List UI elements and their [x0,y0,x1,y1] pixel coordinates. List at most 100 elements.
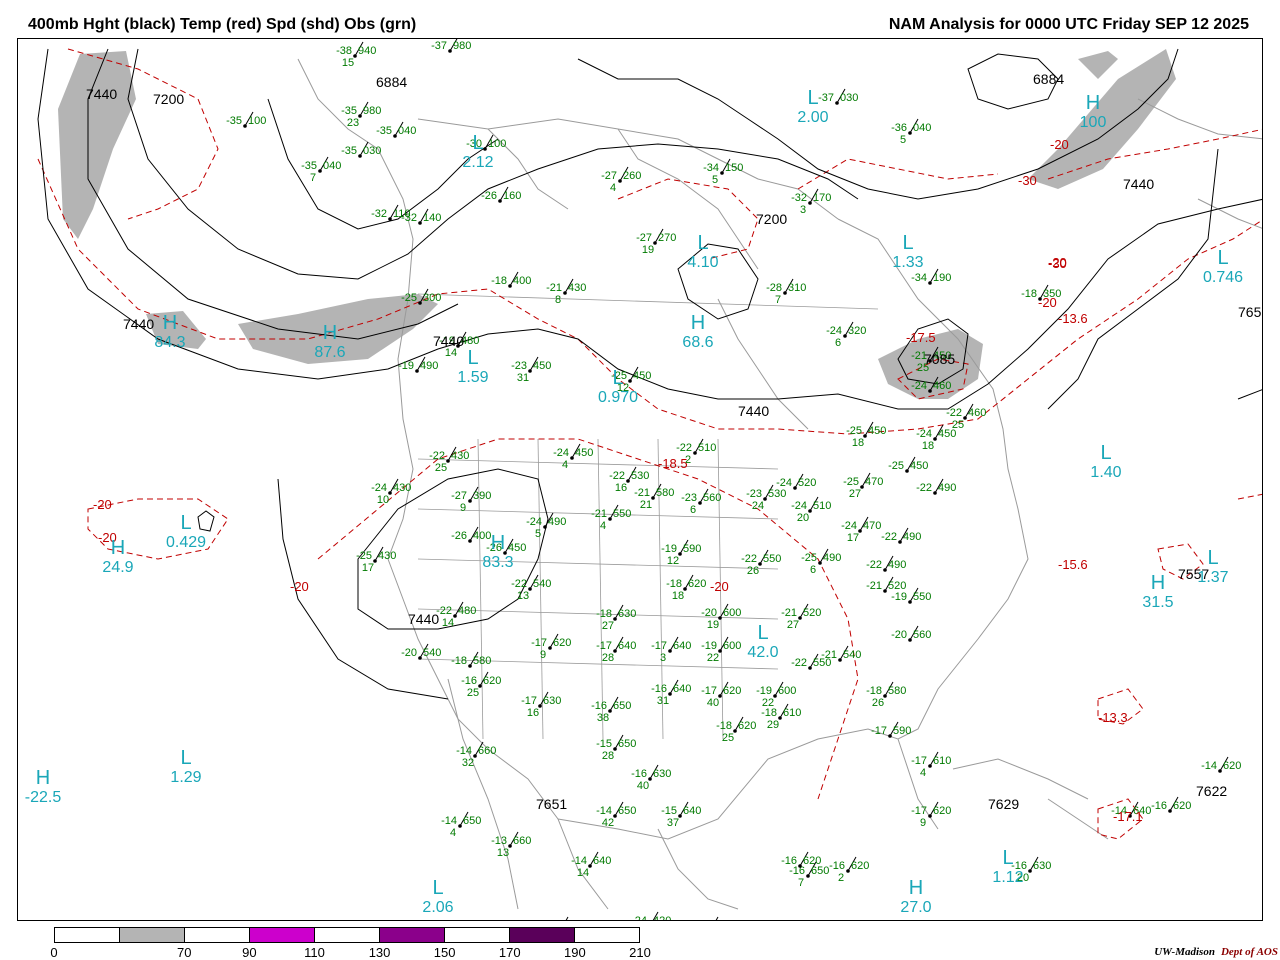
obs-dewpoint-depression: 2 [838,872,844,884]
obs-temperature: -17 [701,685,717,697]
obs-temperature: -35 [341,105,357,117]
obs-height: 490 [888,559,906,571]
obs-temperature: -38 [336,45,352,57]
obs-dewpoint-depression: 12 [667,555,679,567]
station-observation: -24 320 6 [826,321,866,349]
station-observation: -18 620 25 [716,716,756,744]
obs-dewpoint-depression: 8 [555,294,561,306]
obs-dewpoint-depression: 29 [767,719,779,731]
obs-dewpoint-depression: 7 [775,294,781,306]
station-observation: -18 620 18 [666,574,706,602]
temperature-contour-label: -17.1 [1113,809,1143,824]
obs-temperature: -24 [916,428,932,440]
obs-height: 660 [513,835,531,847]
obs-temperature: -24 [776,477,792,489]
temperature-isotherm [617,178,759,260]
obs-height: 040 [398,125,416,137]
colorbar-segment [510,928,575,942]
obs-height: 620 [563,920,581,921]
obs-height: 450 [938,428,956,440]
obs-dewpoint-depression: 27 [602,620,614,632]
obs-height: 640 [673,640,691,652]
station-observation: -17 640 3 [651,636,691,664]
station-observation: -24 470 17 [841,516,881,544]
station-observation: -15 640 37 [661,801,701,829]
low-center-letter: L [1217,247,1228,269]
low-center-letter: L [180,747,191,769]
obs-temperature: -22 [429,450,445,462]
obs-temperature: -25 [401,292,417,304]
height-contour-label: 7440 [1123,176,1154,192]
obs-dewpoint-depression: 5 [900,134,906,146]
obs-height: 450 [868,425,886,437]
obs-height: 980 [453,40,471,52]
obs-temperature: -18 [491,275,507,287]
obs-height: 600 [723,640,741,652]
high-center-letter: H [1086,92,1100,114]
station-observation: -18 610 29 [761,703,801,731]
obs-temperature: -25 [801,552,817,564]
station-observation: -19 550 [891,587,931,604]
obs-temperature: -14 [441,815,457,827]
station-observation: -23 560 6 [681,488,721,516]
obs-temperature: -21 [866,580,882,592]
obs-height: 640 [593,855,611,867]
center-value: 1.37 [1197,569,1228,586]
obs-height: 980 [363,105,381,117]
speed-shade-region [1078,51,1118,79]
obs-height: 660 [478,745,496,757]
state-border [597,438,604,740]
obs-dewpoint-depression: 4 [562,459,568,471]
obs-temperature: -24 [826,325,842,337]
station-observation: -27 270 19 [636,228,676,256]
height-contour-label: 7200 [756,211,787,227]
colorbar-segment [250,928,315,942]
obs-height: 430 [378,550,396,562]
obs-height: 620 [553,637,571,649]
coastline-segment [657,828,739,910]
obs-height: 520 [798,477,816,489]
station-observation: -16 640 31 [651,679,691,707]
obs-height: 650 [618,738,636,750]
obs-temperature: -26 [481,190,497,202]
chart-title-left: 400mb Hght (black) Temp (red) Spd (shd) … [28,16,417,33]
center-value: 2.00 [797,109,828,126]
obs-temperature: -17 [911,805,927,817]
temperature-contour-label: -13.6 [1058,311,1088,326]
obs-height: 030 [840,92,858,104]
station-observation: -17 620 40 [701,681,741,709]
station-observation: -21 580 21 [634,483,674,511]
colorbar-segment [575,928,639,942]
obs-temperature: -16 [781,855,797,867]
height-isopleth [197,510,215,532]
obs-temperature: -20 [401,647,417,659]
height-contour-label: 7440 [86,86,117,102]
obs-dewpoint-depression: 4 [610,182,616,194]
obs-height: 650 [613,700,631,712]
obs-temperature: -22 [511,578,527,590]
colorbar-tick-label: 90 [242,945,257,960]
obs-temperature: -26 [451,530,467,542]
center-value: 0.970 [598,389,638,406]
obs-temperature: -22 [609,470,625,482]
obs-height: 400 [513,275,531,287]
low-center-letter: L [180,512,191,534]
height-contour-label: 7085 [924,351,955,367]
obs-temperature: -18 [761,707,777,719]
high-center-letter: H [163,312,177,334]
station-observation: -14 640 14 [571,851,611,879]
obs-dewpoint-depression: 15 [342,57,354,69]
obs-height: 490 [903,531,921,543]
colorbar-tick-label: 150 [433,945,456,960]
high-center-letter: H [1151,572,1165,594]
station-observation: -25 430 17 [356,546,396,574]
high-center-letter: H [323,322,337,344]
obs-dewpoint-depression: 38 [597,712,609,724]
obs-temperature: -19 [661,543,677,555]
obs-dewpoint-depression: 26 [872,697,884,709]
low-center-letter: L [1100,442,1111,464]
temperature-contour-label: -20 [1050,137,1069,152]
obs-dewpoint-depression: 28 [602,652,614,664]
low-center-letter: L [757,622,768,644]
low-center-letter: L [1207,547,1218,569]
